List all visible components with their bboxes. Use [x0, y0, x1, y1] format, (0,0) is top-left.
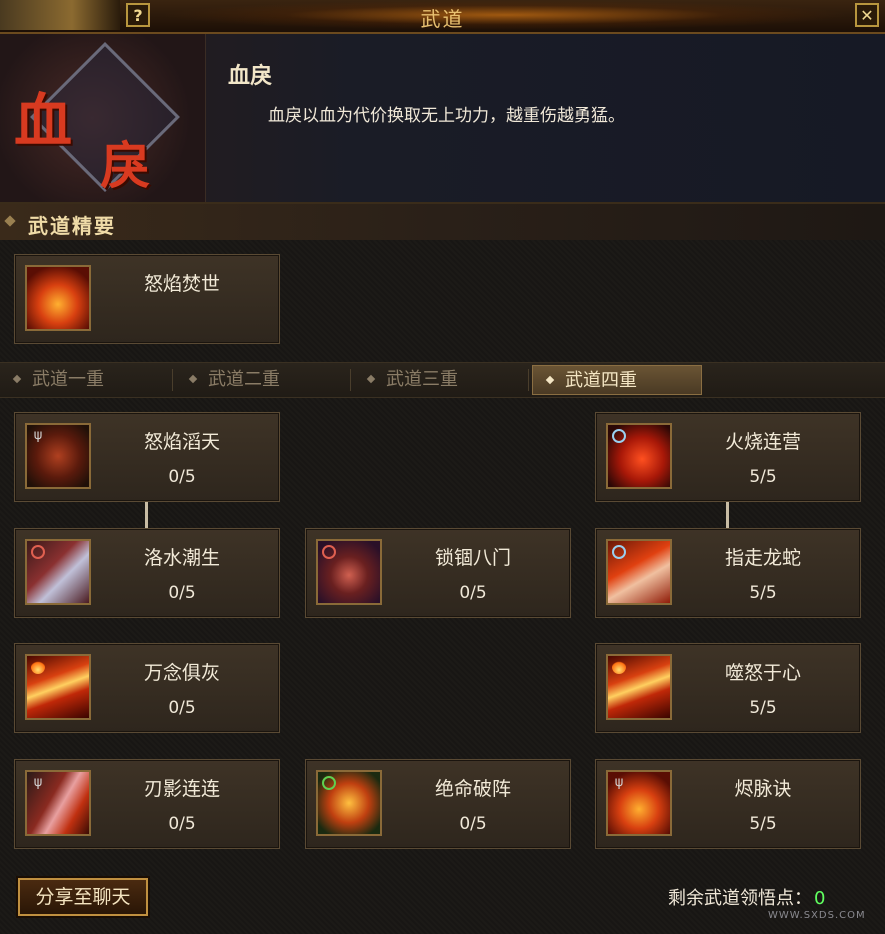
skill-name: 洛水潮生 [143, 547, 220, 569]
skill-level: 0/5 [168, 583, 196, 603]
skill-name: 绝命破阵 [434, 778, 511, 800]
fork-badge-icon: ψ [33, 428, 43, 443]
skill-level: 5/5 [749, 814, 777, 834]
tab-divider [172, 369, 173, 391]
ember-vein-icon: ψ [606, 770, 672, 836]
skill-name: 指走龙蛇 [724, 547, 801, 569]
skill-connector [145, 502, 148, 528]
title-bar: ? 武道 ✕ [0, 0, 885, 34]
diamond-bullet-icon [12, 374, 22, 384]
skill-card[interactable]: ψ 怒焰滔天 0/5 [14, 412, 280, 502]
tab-label: 武道三重 [386, 369, 458, 390]
skill-level: 0/5 [168, 698, 196, 718]
tab-tier-1[interactable]: 武道一重 [0, 365, 170, 395]
section-header: 武道精要 [0, 204, 885, 240]
skill-card[interactable]: 指走龙蛇 5/5 [595, 528, 861, 618]
dragon-hand-icon [606, 539, 672, 605]
skill-card[interactable]: 火烧连营 5/5 [595, 412, 861, 502]
skill-card[interactable]: 锁锢八门 0/5 [305, 528, 571, 618]
skill-card[interactable]: 万念俱灰 0/5 [14, 643, 280, 733]
taiji-badge-icon [322, 545, 336, 559]
tier-tabs: 武道一重 武道二重 武道三重 武道四重 [0, 362, 885, 398]
diamond-bullet-icon [188, 374, 198, 384]
skill-level: 0/5 [168, 467, 196, 487]
skill-connector [726, 502, 729, 528]
green-orb-badge-icon [322, 776, 336, 790]
orb-badge-icon [612, 429, 626, 443]
style-emblem: 血 戾 [0, 34, 206, 202]
skill-name: 锁锢八门 [434, 547, 511, 569]
skill-name: 怒焰滔天 [143, 431, 220, 453]
essence-skill-card[interactable]: 怒焰焚世 [14, 254, 280, 344]
skill-level: 5/5 [749, 698, 777, 718]
skill-name: 噬怒于心 [724, 662, 801, 684]
skill-level: 0/5 [168, 814, 196, 834]
rage-flame-icon: ψ [25, 423, 91, 489]
tab-tier-2[interactable]: 武道二重 [176, 365, 346, 395]
flame-badge-icon [612, 660, 626, 674]
tab-label: 武道二重 [208, 369, 280, 390]
emblem-glyph: 血 [14, 87, 73, 155]
skill-level: 5/5 [749, 583, 777, 603]
emblem-glyph: 戾 [100, 136, 150, 195]
diamond-bullet-icon [4, 215, 16, 227]
devour-rage-icon [606, 654, 672, 720]
break-formation-icon [316, 770, 382, 836]
flame-badge-icon [31, 660, 45, 674]
section-title: 武道精要 [28, 214, 116, 238]
fork-badge-icon: ψ [614, 775, 624, 790]
skill-name: 烬脉诀 [734, 778, 792, 800]
taiji-badge-icon [31, 545, 45, 559]
remaining-points: 剩余武道领悟点： 0 [668, 884, 825, 910]
diamond-bullet-icon [545, 375, 555, 385]
orb-badge-icon [612, 545, 626, 559]
points-label: 剩余武道领悟点： [668, 888, 812, 909]
skill-card[interactable]: 洛水潮生 0/5 [14, 528, 280, 618]
skull-lock-icon [316, 539, 382, 605]
tab-label: 武道四重 [565, 370, 637, 391]
rage-fire-figure-icon [25, 265, 91, 331]
points-value: 0 [814, 888, 826, 909]
skill-name: 万念俱灰 [143, 662, 220, 684]
tab-tier-4[interactable]: 武道四重 [532, 365, 702, 395]
skill-name: 火烧连营 [724, 431, 801, 453]
skill-level: 0/5 [459, 814, 487, 834]
blade-shadow-icon: ψ [25, 770, 91, 836]
style-description: 血戾以血为代价换取无上功力，越重伤越勇猛。 [268, 106, 625, 126]
water-tide-icon [25, 539, 91, 605]
ash-flame-icon [25, 654, 91, 720]
style-name: 血戾 [228, 63, 273, 89]
watermark: WWW.SXDS.COM [768, 910, 866, 921]
skill-name: 怒焰焚世 [143, 273, 220, 295]
tab-divider [528, 369, 529, 391]
close-button[interactable]: ✕ [855, 3, 879, 27]
tab-tier-3[interactable]: 武道三重 [354, 365, 524, 395]
skill-card[interactable]: 绝命破阵 0/5 [305, 759, 571, 849]
skill-name: 刃影连连 [143, 778, 220, 800]
window-title: 武道 [420, 7, 465, 31]
skill-card[interactable]: ψ 烬脉诀 5/5 [595, 759, 861, 849]
share-to-chat-button[interactable]: 分享至聊天 [18, 878, 148, 916]
skill-level: 5/5 [749, 467, 777, 487]
skill-card[interactable]: 噬怒于心 5/5 [595, 643, 861, 733]
skill-level: 0/5 [459, 583, 487, 603]
tab-divider [350, 369, 351, 391]
fire-burn-icon [606, 423, 672, 489]
tab-label: 武道一重 [32, 369, 104, 390]
style-header: 血 戾 血戾 血戾以血为代价换取无上功力，越重伤越勇猛。 [0, 34, 885, 204]
skill-card[interactable]: ψ 刃影连连 0/5 [14, 759, 280, 849]
diamond-bullet-icon [366, 374, 376, 384]
fork-badge-icon: ψ [33, 775, 43, 790]
